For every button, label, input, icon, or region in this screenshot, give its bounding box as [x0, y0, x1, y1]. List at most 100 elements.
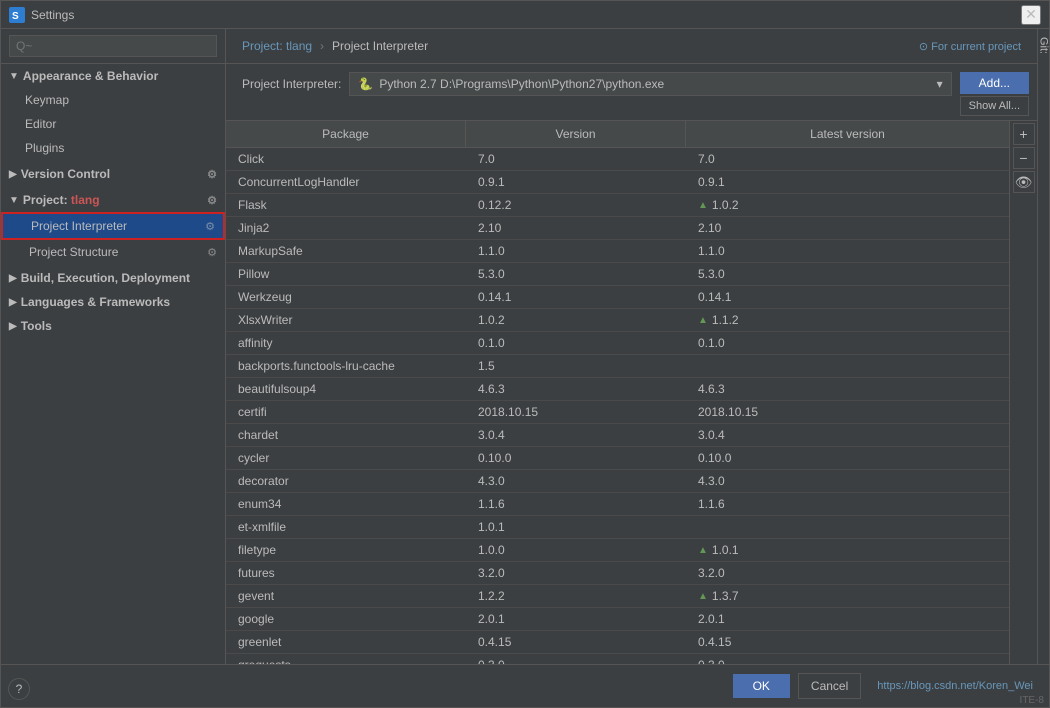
package-latest: 3.0.4 [686, 424, 1009, 446]
table-row[interactable]: ConcurrentLogHandler0.9.10.9.1 [226, 171, 1009, 194]
ok-button[interactable]: OK [733, 674, 790, 698]
package-name: Click [226, 148, 466, 170]
git-label[interactable]: Git: [1038, 37, 1050, 54]
table-row[interactable]: futures3.2.03.2.0 [226, 562, 1009, 585]
interpreter-label: Project Interpreter: [242, 77, 341, 91]
package-version: 4.3.0 [466, 470, 686, 492]
table-row[interactable]: grequests0.3.00.3.0 [226, 654, 1009, 664]
table-row[interactable]: greenlet0.4.150.4.15 [226, 631, 1009, 654]
main-panel: Project: tlang › Project Interpreter ⊙ F… [226, 29, 1037, 664]
close-button[interactable]: ✕ [1021, 5, 1041, 25]
cancel-button[interactable]: Cancel [798, 673, 861, 699]
package-latest: ▲1.0.2 [686, 194, 1009, 216]
sidebar-item-project[interactable]: ▼ Project: tlang ⚙ [1, 188, 225, 212]
package-version: 1.0.0 [466, 539, 686, 561]
settings-cog-icon: ⚙ [205, 220, 215, 233]
table-row[interactable]: beautifulsoup44.6.34.6.3 [226, 378, 1009, 401]
help-button-container: ? [8, 678, 30, 700]
package-name: Flask [226, 194, 466, 216]
package-latest: 0.9.1 [686, 171, 1009, 193]
add-button[interactable]: Add... [960, 72, 1029, 94]
table-header: Package Version Latest version [226, 121, 1009, 148]
sidebar-item-project-structure[interactable]: Project Structure ⚙ [1, 240, 225, 264]
interpreter-buttons: Add... Show All... [960, 72, 1029, 116]
sidebar-item-appearance[interactable]: ▼ Appearance & Behavior [1, 64, 225, 88]
sidebar-item-label: Tools [21, 319, 52, 333]
sidebar-item-build[interactable]: ▶ Build, Execution, Deployment [1, 266, 225, 290]
table-row[interactable]: MarkupSafe1.1.01.1.0 [226, 240, 1009, 263]
search-input[interactable] [9, 35, 217, 57]
table-row[interactable]: cycler0.10.00.10.0 [226, 447, 1009, 470]
package-name: Jinja2 [226, 217, 466, 239]
package-version: 0.10.0 [466, 447, 686, 469]
show-all-button[interactable]: Show All... [960, 96, 1029, 116]
package-version: 3.2.0 [466, 562, 686, 584]
table-row[interactable]: certifi2018.10.152018.10.15 [226, 401, 1009, 424]
sidebar-item-languages[interactable]: ▶ Languages & Frameworks [1, 290, 225, 314]
breadcrumb: Project: tlang › Project Interpreter ⊙ F… [226, 29, 1037, 64]
package-latest [686, 516, 1009, 538]
table-row[interactable]: decorator4.3.04.3.0 [226, 470, 1009, 493]
package-latest: 0.1.0 [686, 332, 1009, 354]
package-latest [686, 355, 1009, 377]
table-row[interactable]: Click7.07.0 [226, 148, 1009, 171]
col-package: Package [226, 121, 466, 147]
python-icon: 🐍 [358, 77, 373, 91]
upgrade-arrow-icon: ▲ [698, 315, 708, 326]
table-row[interactable]: Flask0.12.2▲1.0.2 [226, 194, 1009, 217]
table-row[interactable]: gevent1.2.2▲1.3.7 [226, 585, 1009, 608]
package-name: ConcurrentLogHandler [226, 171, 466, 193]
package-name: Werkzeug [226, 286, 466, 308]
package-version: 0.4.15 [466, 631, 686, 653]
package-name: decorator [226, 470, 466, 492]
interpreter-dropdown[interactable]: 🐍 Python 2.7 D:\Programs\Python\Python27… [349, 72, 951, 96]
remove-package-button[interactable]: − [1013, 147, 1035, 169]
package-version: 0.1.0 [466, 332, 686, 354]
eye-button[interactable]: 👁 [1013, 171, 1035, 193]
table-row[interactable]: XlsxWriter1.0.2▲1.1.2 [226, 309, 1009, 332]
package-version: 7.0 [466, 148, 686, 170]
package-version: 1.0.1 [466, 516, 686, 538]
sidebar-item-keymap[interactable]: Keymap [1, 88, 225, 112]
table-row[interactable]: Jinja22.102.10 [226, 217, 1009, 240]
table-row[interactable]: et-xmlfile1.0.1 [226, 516, 1009, 539]
package-latest: 0.10.0 [686, 447, 1009, 469]
breadcrumb-for-current[interactable]: ⊙ For current project [919, 40, 1021, 53]
main-content: ▼ Appearance & Behavior Keymap Editor Pl… [1, 29, 1049, 664]
sidebar-item-label: Project Structure [29, 245, 118, 259]
package-version: 2.10 [466, 217, 686, 239]
sidebar-item-editor[interactable]: Editor [1, 112, 225, 136]
breadcrumb-project[interactable]: Project: tlang [242, 39, 312, 53]
table-row[interactable]: affinity0.1.00.1.0 [226, 332, 1009, 355]
sidebar-item-project-interpreter[interactable]: Project Interpreter ⚙ [1, 212, 225, 240]
table-row[interactable]: Pillow5.3.05.3.0 [226, 263, 1009, 286]
col-version: Version [466, 121, 686, 147]
footer: OK Cancel https://blog.csdn.net/Koren_We… [1, 664, 1049, 707]
table-row[interactable]: backports.functools-lru-cache1.5 [226, 355, 1009, 378]
package-version: 1.0.2 [466, 309, 686, 331]
package-version: 5.3.0 [466, 263, 686, 285]
sidebar-item-tools[interactable]: ▶ Tools [1, 314, 225, 338]
ide-label: ITE-8 [1020, 695, 1044, 706]
table-row[interactable]: enum341.1.61.1.6 [226, 493, 1009, 516]
table-row[interactable]: Werkzeug0.14.10.14.1 [226, 286, 1009, 309]
table-row[interactable]: google2.0.12.0.1 [226, 608, 1009, 631]
add-package-button[interactable]: + [1013, 123, 1035, 145]
sidebar: ▼ Appearance & Behavior Keymap Editor Pl… [1, 29, 226, 664]
package-latest: 0.3.0 [686, 654, 1009, 664]
table-row[interactable]: chardet3.0.43.0.4 [226, 424, 1009, 447]
sidebar-item-version-control[interactable]: ▶ Version Control ⚙ [1, 162, 225, 186]
col-latest: Latest version [686, 121, 1009, 147]
package-name: backports.functools-lru-cache [226, 355, 466, 377]
sidebar-search-container [1, 29, 225, 64]
svg-text:S: S [12, 11, 19, 22]
package-name: certifi [226, 401, 466, 423]
table-row[interactable]: filetype1.0.0▲1.0.1 [226, 539, 1009, 562]
sidebar-nav: ▼ Appearance & Behavior Keymap Editor Pl… [1, 64, 225, 664]
help-button[interactable]: ? [8, 678, 30, 700]
title-bar: S Settings ✕ [1, 1, 1049, 29]
package-latest: ▲1.3.7 [686, 585, 1009, 607]
package-latest: 2.10 [686, 217, 1009, 239]
breadcrumb-separator: › [320, 39, 324, 53]
sidebar-item-plugins[interactable]: Plugins [1, 136, 225, 160]
